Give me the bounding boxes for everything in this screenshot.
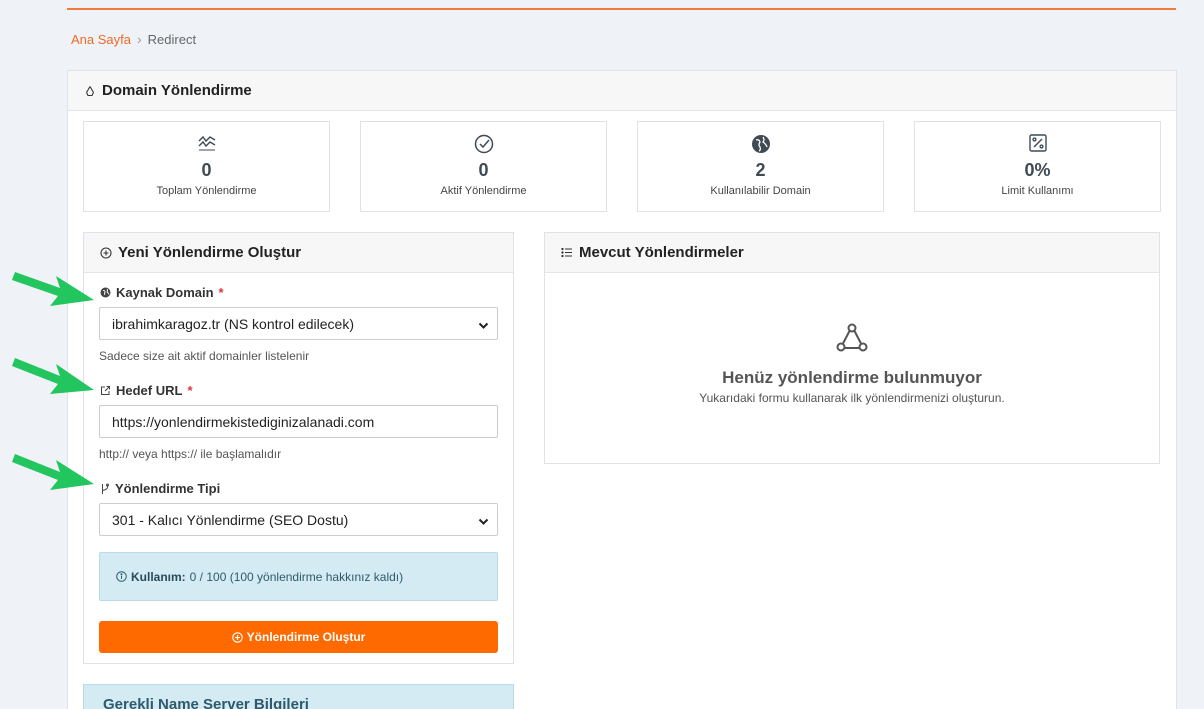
- stat-value: 0: [478, 160, 489, 180]
- target-url-help: http:// veya https:// ile başlamalıdır: [99, 447, 282, 461]
- target-url-label-text: Hedef URL: [116, 383, 183, 398]
- empty-subtitle: Yukarıdaki formu kullanarak ilk yönlendi…: [699, 391, 1005, 405]
- activity-wave-icon: [197, 134, 217, 157]
- stat-total-redirects: 0 Toplam Yönlendirme: [83, 121, 330, 212]
- stat-value: 2: [755, 160, 766, 180]
- redirect-type-label-text: Yönlendirme Tipi: [115, 481, 221, 496]
- source-domain-help: Sadece size ait aktif domainler listelen…: [99, 349, 310, 363]
- ns-title: Gerekli Name Server Bilgileri: [103, 696, 309, 709]
- form-header: Yeni Yönlendirme Oluştur: [84, 233, 513, 273]
- target-url-value: https://yonlendirmekistediginizalanadi.c…: [112, 413, 375, 430]
- stat-value: 0%: [1024, 160, 1051, 180]
- breadcrumb-home-link[interactable]: Ana Sayfa: [71, 32, 131, 47]
- target-url-input[interactable]: https://yonlendirmekistediginizalanadi.c…: [99, 405, 498, 438]
- page-title: Domain Yönlendirme: [102, 82, 252, 99]
- list-title: Mevcut Yönlendirmeler: [579, 244, 744, 261]
- redirect-type-select[interactable]: 301 - Kalıcı Yönlendirme (SEO Dostu): [99, 503, 498, 536]
- required-marker: *: [218, 285, 224, 300]
- redirect-type-label: Yönlendirme Tipi: [100, 481, 220, 496]
- stat-label: Toplam Yönlendirme: [156, 185, 257, 197]
- create-redirect-button[interactable]: Yönlendirme Oluştur: [99, 621, 498, 653]
- stat-label: Aktif Yönlendirme: [440, 185, 527, 197]
- stat-label: Limit Kullanımı: [1001, 185, 1074, 197]
- usage-text: 0 / 100 (100 yönlendirme hakkınız kaldı): [189, 569, 404, 584]
- list-icon: [561, 247, 573, 258]
- create-redirect-button-label: Yönlendirme Oluştur: [246, 630, 366, 644]
- stat-available-domains: 2 Kullanılabilir Domain: [637, 121, 884, 212]
- main-header: Domain Yönlendirme: [68, 71, 1176, 111]
- top-accent-line: [67, 8, 1176, 10]
- chevron-right-icon: ›: [137, 31, 142, 47]
- source-domain-value: ibrahimkaragoz.tr (NS kontrol edilecek): [112, 315, 354, 332]
- external-link-icon: [100, 385, 111, 396]
- redirect-type-value: 301 - Kalıcı Yönlendirme (SEO Dostu): [112, 511, 349, 528]
- breadcrumb: Ana Sayfa › Redirect: [71, 31, 196, 47]
- recycle-icon: [84, 85, 96, 97]
- required-marker: *: [187, 383, 193, 398]
- green-arrow-icon: [12, 272, 94, 306]
- stat-label: Kullanılabilir Domain: [710, 185, 811, 197]
- info-circle-icon: [116, 571, 127, 582]
- green-arrow-icon: [12, 358, 94, 394]
- source-domain-label: Kaynak Domain *: [100, 285, 224, 300]
- git-branch-icon: [100, 483, 110, 495]
- plus-circle-icon: [231, 631, 243, 643]
- stat-active-redirects: 0 Aktif Yönlendirme: [360, 121, 607, 212]
- domain-redirect-card: Domain Yönlendirme 0 Toplam Yönlendirme …: [67, 70, 1177, 709]
- name-server-info-card: Gerekli Name Server Bilgileri: [83, 684, 514, 709]
- stat-limit-usage: 0% Limit Kullanımı: [914, 121, 1161, 212]
- chevron-down-icon: [478, 318, 489, 334]
- green-arrow-icon: [12, 454, 94, 490]
- share-nodes-icon: [836, 323, 868, 357]
- stat-value: 0: [201, 160, 212, 180]
- usage-label: Kullanım:: [131, 569, 186, 584]
- list-header: Mevcut Yönlendirmeler: [545, 233, 1159, 273]
- percent-icon: [1028, 134, 1047, 157]
- globe-icon: [100, 287, 111, 298]
- check-circle-icon: [474, 134, 494, 159]
- empty-title: Henüz yönlendirme bulunmuyor: [722, 368, 982, 387]
- chevron-down-icon: [478, 514, 489, 530]
- breadcrumb-current: Redirect: [147, 31, 197, 47]
- target-url-label: Hedef URL *: [100, 383, 193, 398]
- new-redirect-form: Yeni Yönlendirme Oluştur Kaynak Domain *…: [83, 232, 514, 664]
- usage-info-box: Kullanım: 0 / 100 (100 yönlendirme hakkı…: [99, 552, 498, 601]
- globe-icon: [751, 134, 771, 159]
- source-domain-label-text: Kaynak Domain: [116, 285, 214, 300]
- existing-redirects-card: Mevcut Yönlendirmeler Henüz yönlendirme …: [544, 232, 1160, 464]
- form-title: Yeni Yönlendirme Oluştur: [118, 244, 302, 261]
- plus-circle-icon: [100, 246, 112, 259]
- empty-state: Henüz yönlendirme bulunmuyor Yukarıdaki …: [545, 323, 1159, 405]
- source-domain-select[interactable]: ibrahimkaragoz.tr (NS kontrol edilecek): [99, 307, 498, 340]
